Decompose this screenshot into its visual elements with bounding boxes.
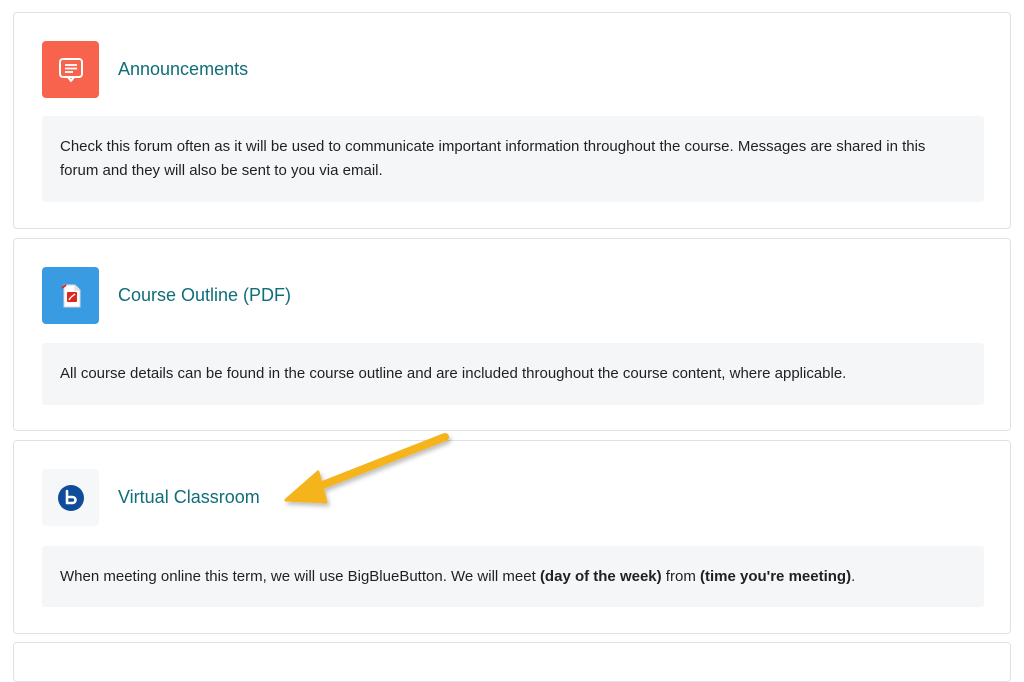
activity-description: All course details can be found in the c…: [42, 343, 984, 405]
activity-description: When meeting online this term, we will u…: [42, 546, 984, 607]
forum-icon[interactable]: [42, 41, 99, 98]
activity-card-announcements: Announcements Check this forum often as …: [13, 12, 1011, 229]
placeholder-time: (time you're meeting): [699, 567, 852, 585]
activity-description: Check this forum often as it will be use…: [42, 116, 984, 202]
pdf-file-icon[interactable]: [42, 267, 99, 324]
activity-card-next: [13, 642, 1011, 682]
activity-title-link[interactable]: Course Outline (PDF): [118, 285, 291, 306]
activity-header: Virtual Classroom: [42, 469, 260, 526]
activity-card-virtual-classroom: Virtual Classroom When meeting online th…: [13, 440, 1011, 634]
activity-title-link[interactable]: Announcements: [118, 59, 248, 80]
activity-header: Announcements: [42, 41, 248, 98]
activity-header: Course Outline (PDF): [42, 267, 291, 324]
bigbluebutton-icon[interactable]: [42, 469, 99, 526]
activity-title-link[interactable]: Virtual Classroom: [118, 487, 260, 508]
activity-card-course-outline: Course Outline (PDF) All course details …: [13, 238, 1011, 431]
placeholder-day: (day of the week): [539, 567, 662, 585]
